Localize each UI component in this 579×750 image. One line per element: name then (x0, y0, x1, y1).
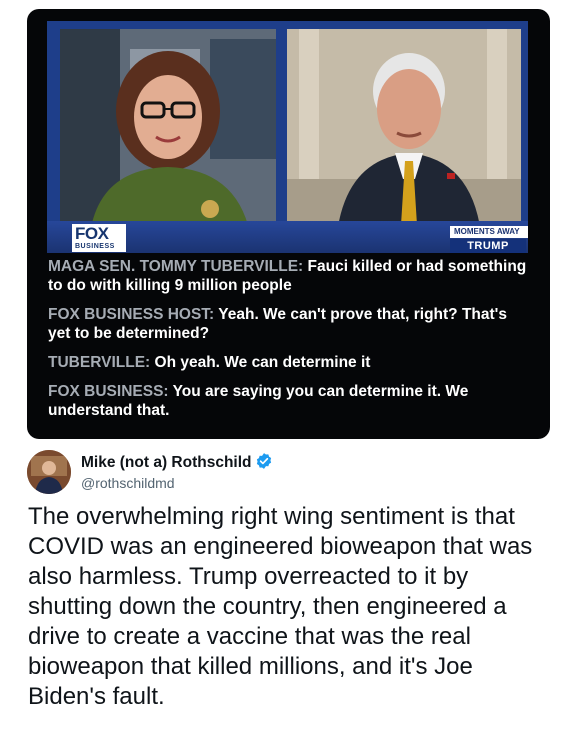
transcript-line: FOX BUSINESS HOST: Yeah. We can't prove … (48, 305, 533, 343)
author-display-name[interactable]: Mike (not a) Rothschild (81, 454, 252, 471)
transcript-line: FOX BUSINESS: You are saying you can det… (48, 382, 533, 420)
speaker-label: MAGA SEN. TOMMY TUBERVILLE: (48, 258, 304, 275)
host-video-pane (60, 29, 276, 233)
senator-video-pane (287, 29, 521, 233)
avatar[interactable] (27, 450, 71, 494)
quoted-media-card[interactable]: FOX BUSINESS MOMENTS AWAY TRUMP MAGA SEN… (27, 9, 550, 439)
moments-away-label: MOMENTS AWAY (450, 226, 528, 238)
logo-subtext: BUSINESS (75, 243, 115, 250)
up-next-label: TRUMP (450, 239, 526, 253)
transcript-line: MAGA SEN. TOMMY TUBERVILLE: Fauci killed… (48, 257, 533, 295)
speaker-label: TUBERVILLE: (48, 354, 151, 371)
host-image (60, 29, 276, 233)
tweet-text: The overwhelming right wing sentiment is… (28, 503, 533, 710)
speaker-label: FOX BUSINESS HOST: (48, 306, 215, 323)
author-handle[interactable]: @rothschildmd (81, 475, 175, 491)
speech-text: Oh yeah. We can determine it (154, 354, 371, 371)
speaker-label: FOX BUSINESS: (48, 383, 169, 400)
logo-text: FOX (75, 224, 109, 243)
avatar-image (27, 450, 71, 494)
author-name-row[interactable]: Mike (not a) Rothschild (81, 452, 273, 472)
transcript-text: MAGA SEN. TOMMY TUBERVILLE: Fauci killed… (48, 257, 533, 430)
fox-business-logo: FOX BUSINESS (72, 224, 126, 252)
news-video-frame[interactable]: FOX BUSINESS MOMENTS AWAY TRUMP (47, 21, 528, 253)
senator-image (287, 29, 521, 233)
verified-badge-icon (255, 452, 273, 475)
transcript-line: TUBERVILLE: Oh yeah. We can determine it (48, 353, 533, 372)
